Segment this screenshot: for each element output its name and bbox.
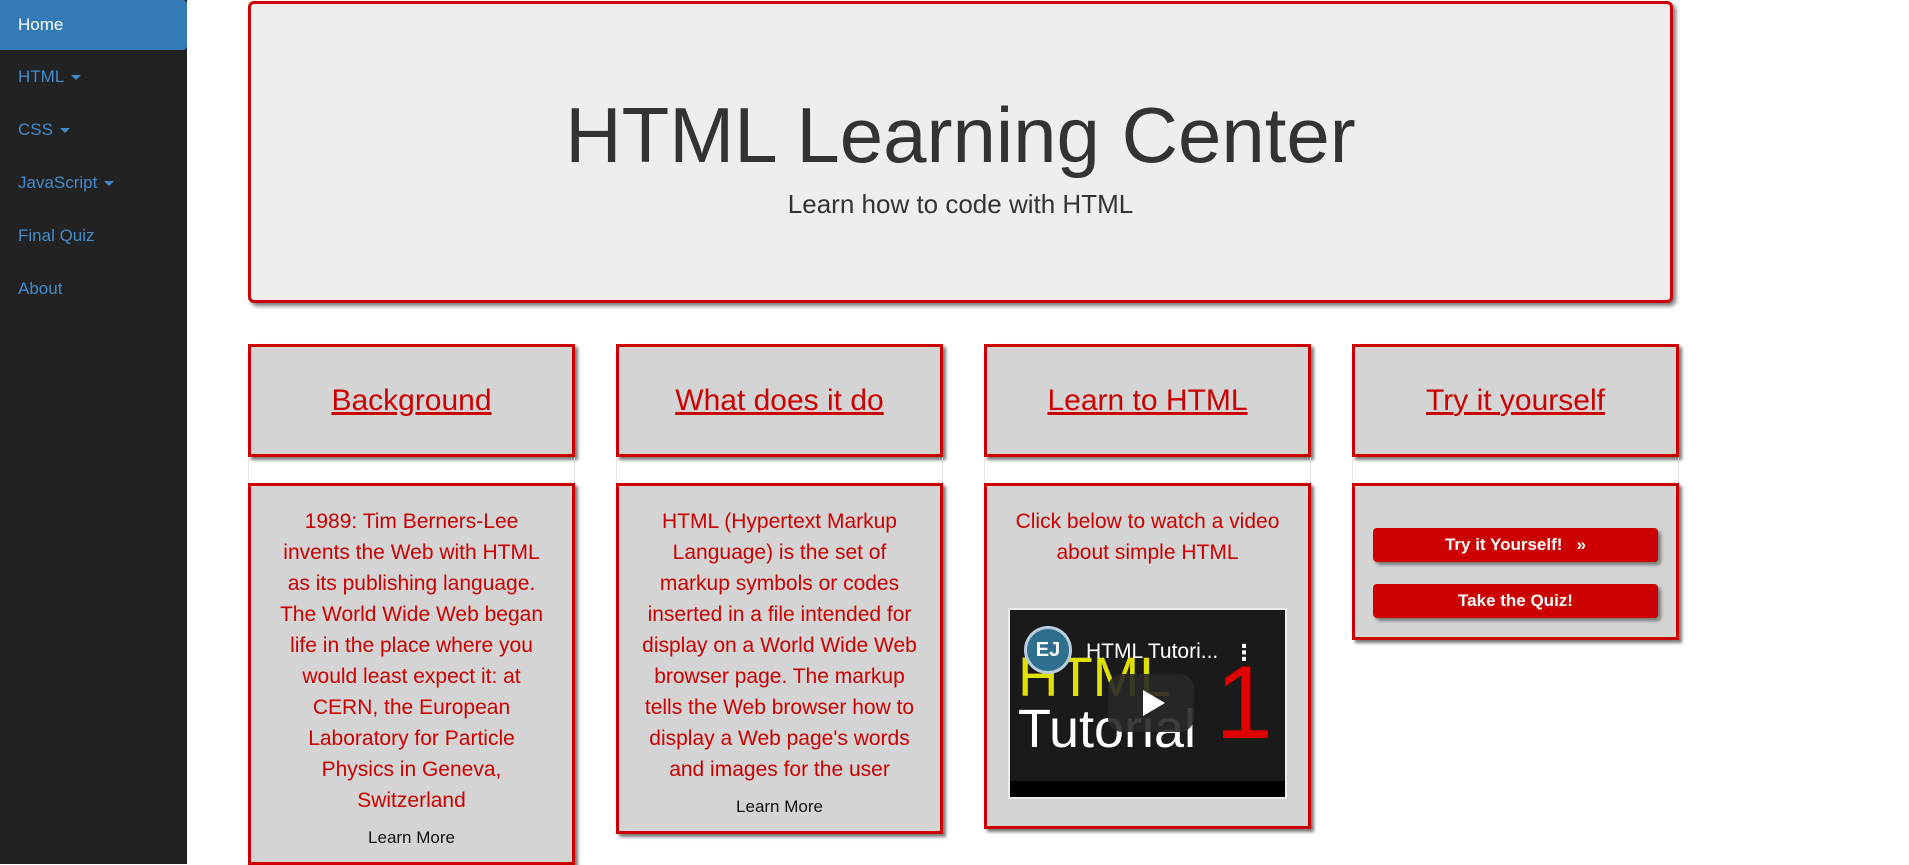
card-learn-to-html: Learn to HTML Click below to watch a vid… <box>984 344 1311 829</box>
card-what-does-it-do: What does it do HTML (Hypertext Markup L… <box>616 344 943 834</box>
card-body: Try it Yourself! » Take the Quiz! <box>1352 483 1679 640</box>
heading-link-try-it-yourself[interactable]: Try it yourself <box>1426 384 1605 418</box>
nav-item-html[interactable]: HTML <box>0 52 187 105</box>
card-background: Background 1989: Tim Berners-Lee invents… <box>248 344 575 865</box>
video-title[interactable]: HTML Tutori... <box>1086 640 1218 664</box>
hero-jumbotron: HTML Learning Center Learn how to code w… <box>248 1 1673 303</box>
page-title: HTML Learning Center <box>565 91 1356 179</box>
card-header: Try it yourself <box>1352 344 1679 457</box>
more-options-icon[interactable]: ⋮ <box>1233 640 1255 666</box>
nav-item-javascript-label: JavaScript <box>18 173 98 192</box>
chevron-down-icon <box>104 181 115 187</box>
card-header: What does it do <box>616 344 943 457</box>
video-bottom-bar <box>1010 781 1285 797</box>
chevron-down-icon <box>59 128 70 134</box>
card-text: Click below to watch a video about simpl… <box>1015 510 1280 564</box>
card-header: Background <box>248 344 575 457</box>
learn-more-link[interactable]: Learn More <box>639 797 920 831</box>
nav-item-home[interactable]: Home <box>0 0 187 50</box>
card-body: Click below to watch a video about simpl… <box>984 483 1311 829</box>
divider <box>984 457 1311 483</box>
nav-item-css-label: CSS <box>18 120 53 139</box>
chevron-down-icon <box>71 75 82 81</box>
divider <box>616 457 943 483</box>
card-text: HTML (Hypertext Markup Language) is the … <box>642 510 917 781</box>
sidebar-nav: Home HTML CSS JavaScript Final Quiz Abou… <box>0 0 187 864</box>
heading-link-background[interactable]: Background <box>331 384 491 418</box>
channel-logo-icon[interactable]: EJ <box>1024 626 1072 674</box>
video-embed[interactable]: HTML Tutorial 1 EJ HTML Tutori... ⋮ <box>1008 608 1287 799</box>
nav-item-final-quiz[interactable]: Final Quiz <box>0 211 187 264</box>
nav-item-html-label: HTML <box>18 67 65 86</box>
try-it-yourself-button[interactable]: Try it Yourself! » <box>1373 528 1658 562</box>
card-header: Learn to HTML <box>984 344 1311 457</box>
nav-item-css[interactable]: CSS <box>0 105 187 158</box>
card-try-it-yourself: Try it yourself Try it Yourself! » Take … <box>1352 344 1679 640</box>
nav-item-javascript[interactable]: JavaScript <box>0 158 187 211</box>
heading-link-what-does-it-do[interactable]: What does it do <box>675 384 883 418</box>
take-quiz-button[interactable]: Take the Quiz! <box>1373 584 1658 618</box>
nav-item-about[interactable]: About <box>0 264 187 314</box>
card-body: 1989: Tim Berners-Lee invents the Web wi… <box>248 483 575 865</box>
card-body: HTML (Hypertext Markup Language) is the … <box>616 483 943 834</box>
page-subtitle: Learn how to code with HTML <box>787 189 1134 219</box>
heading-link-learn-to-html[interactable]: Learn to HTML <box>1047 384 1247 418</box>
divider <box>248 457 575 483</box>
play-icon <box>1143 690 1165 716</box>
card-text: 1989: Tim Berners-Lee invents the Web wi… <box>279 510 544 812</box>
play-button[interactable] <box>1108 674 1194 732</box>
learn-more-link[interactable]: Learn More <box>271 828 552 862</box>
divider <box>1352 457 1679 483</box>
